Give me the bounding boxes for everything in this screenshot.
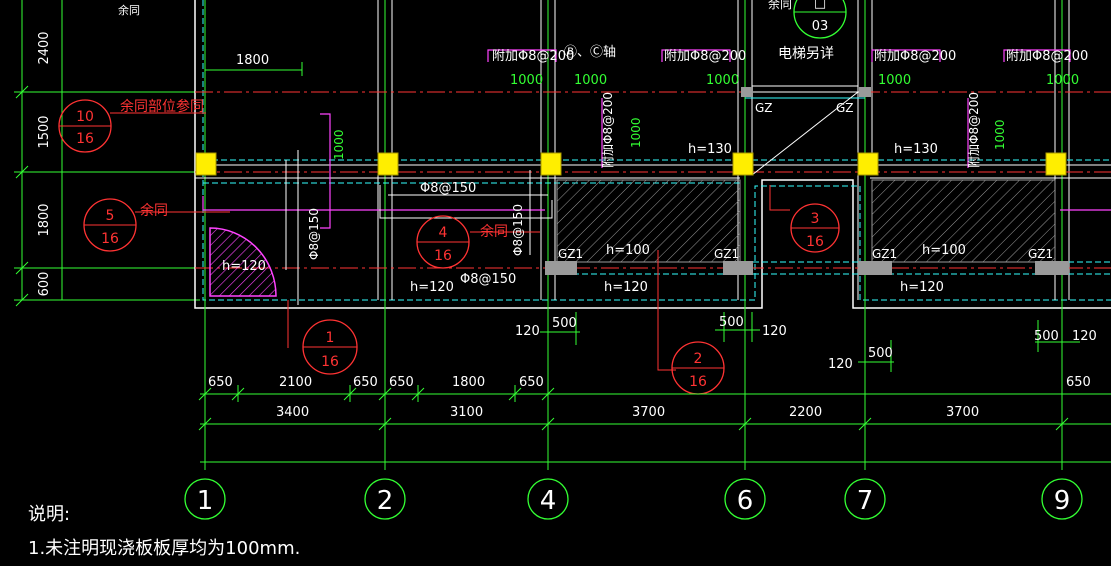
callout-5-16: 5 16	[83, 198, 137, 252]
structural-plan-drawing: 2400 1500 1800 600 10 16 5 16 4 16 1 16 …	[14, 0, 1111, 520]
label-yutong-top: 余同	[118, 3, 140, 17]
label-len-1000-1: 1000	[510, 73, 543, 88]
label-h120-b: h=120	[410, 280, 454, 295]
callout-10-16: 10 16	[58, 99, 112, 153]
label-h130-a: h=130	[688, 142, 732, 157]
label-len-1000-3: 1000	[706, 73, 739, 88]
callout-2-16: 2 16	[671, 341, 725, 395]
axis-label: 4	[540, 486, 557, 516]
axis-label: 7	[857, 486, 874, 516]
label-bar-150-v1: Φ8@150	[307, 208, 321, 260]
axis-label: 2	[377, 486, 394, 516]
label-gz-a: GZ	[755, 101, 773, 115]
axis-label: 6	[737, 486, 754, 516]
dim-row1-item: 2100	[279, 375, 312, 390]
label-h100-b: h=100	[922, 243, 966, 258]
dim-row1-item: 650	[1066, 375, 1091, 390]
label-gz1-b: GZ1	[714, 247, 739, 261]
notes-line-1: 1.未注明现浇板板厚均为100mm.	[28, 538, 301, 559]
label-elevator: 电梯另详	[778, 46, 834, 62]
dim-500-c: 500	[868, 346, 893, 361]
callout-3-16: 3 16	[790, 203, 840, 253]
dim-1500: 1500	[37, 115, 52, 148]
callout-den: 16	[434, 248, 452, 264]
label-len-1000-2: 1000	[574, 73, 607, 88]
callout-den: 16	[76, 131, 94, 147]
label-bar-150-b: Φ8@150	[460, 272, 516, 287]
dim-row-2: 3400 3100 3700 2200 3700	[276, 405, 979, 420]
label-add-bar-2: 附加Φ8@200	[664, 49, 746, 64]
callout-num: 4	[439, 225, 448, 241]
dim-1800-top: 1800	[236, 53, 269, 68]
callout-num: 2	[694, 351, 703, 367]
dim-600: 600	[37, 272, 52, 297]
dim-row2-item: 3400	[276, 405, 309, 420]
label-yutong-4: 余同	[480, 223, 508, 240]
callout-03: □ 03	[793, 0, 847, 39]
label-yutong-bwcj: 余同部位参同	[120, 98, 204, 115]
label-h120-c: h=120	[604, 280, 648, 295]
label-bar-150-v2: Φ8@150	[511, 204, 525, 256]
dim-500-d: 500	[1034, 329, 1059, 344]
dim-120-d: 120	[1072, 329, 1097, 344]
callout-4-16: 4 16	[416, 215, 470, 269]
bottom-dimension-lines	[200, 385, 1111, 463]
label-add-bar-3: 附加Φ8@200	[874, 49, 956, 64]
callout-1-16: 1 16	[302, 319, 358, 375]
dim-2400: 2400	[37, 31, 52, 64]
label-gz1-d: GZ1	[1028, 247, 1053, 261]
dim-row-1: 650 2100 650 650 1800 650 650	[208, 375, 1091, 390]
label-len-1000-5: 1000	[1046, 73, 1079, 88]
label-h120-d: h=120	[900, 280, 944, 295]
small-dim-lines	[540, 312, 1080, 372]
callout-num: 1	[326, 330, 335, 346]
callout-num: 5	[106, 208, 115, 224]
label-gz1-a: GZ1	[558, 247, 583, 261]
callout-den: 16	[689, 374, 707, 390]
dim-row1-item: 650	[519, 375, 544, 390]
dim-1800: 1800	[37, 203, 52, 236]
label-yutong-5: 余同	[140, 202, 168, 219]
label-gz1-c: GZ1	[872, 247, 897, 261]
label-len-1000-v1: 1000	[332, 129, 346, 160]
label-len-1000-v2: 1000	[629, 117, 643, 148]
label-bar-150-h: Φ8@150	[420, 181, 476, 196]
notes-block: 说明: 1.未注明现浇板板厚均为100mm.	[28, 498, 300, 566]
dim-120-c: 120	[828, 357, 853, 372]
dim-500-a: 500	[552, 316, 577, 331]
callout-num: □	[814, 0, 826, 11]
dim-row2-item: 3700	[946, 405, 979, 420]
callout-den: 16	[806, 234, 824, 250]
dim-row1-item: 1800	[452, 375, 485, 390]
label-len-1000-v3: 1000	[993, 119, 1007, 150]
label-gz-b: GZ	[836, 101, 854, 115]
callout-num: 3	[811, 211, 820, 227]
label-add-bar-v2: 附加Φ8@200	[967, 92, 981, 168]
callout-num: 10	[76, 109, 94, 125]
label-h130-b: h=130	[894, 142, 938, 157]
label-add-bar-v1: 附加Φ8@200	[601, 92, 615, 168]
label-add-bar-4: 附加Φ8@200	[1006, 49, 1088, 64]
dim-row2-item: 3700	[632, 405, 665, 420]
label-h120-a: h=120	[222, 259, 266, 274]
callout-den: 16	[101, 231, 119, 247]
dim-row1-item: 650	[353, 375, 378, 390]
dim-120-b: 120	[762, 324, 787, 339]
dim-row2-item: 2200	[789, 405, 822, 420]
label-yutong-top-right: 余同	[768, 0, 792, 11]
dim-500-b: 500	[719, 315, 744, 330]
callout-den: 16	[321, 354, 339, 370]
label-len-1000-4: 1000	[878, 73, 911, 88]
callout-den: 03	[812, 19, 829, 34]
axis-label: 9	[1054, 486, 1071, 516]
dim-row1-item: 650	[208, 375, 233, 390]
dim-row1-item: 650	[389, 375, 414, 390]
notes-title: 说明:	[28, 504, 71, 525]
dim-row2-item: 3100	[450, 405, 483, 420]
label-add-bar-1: 附加Φ8@200	[492, 49, 574, 64]
axis-bubbles: 1 2 4 6 7 9	[184, 478, 1083, 520]
label-h100-a: h=100	[606, 243, 650, 258]
dim-120-a: 120	[515, 324, 540, 339]
